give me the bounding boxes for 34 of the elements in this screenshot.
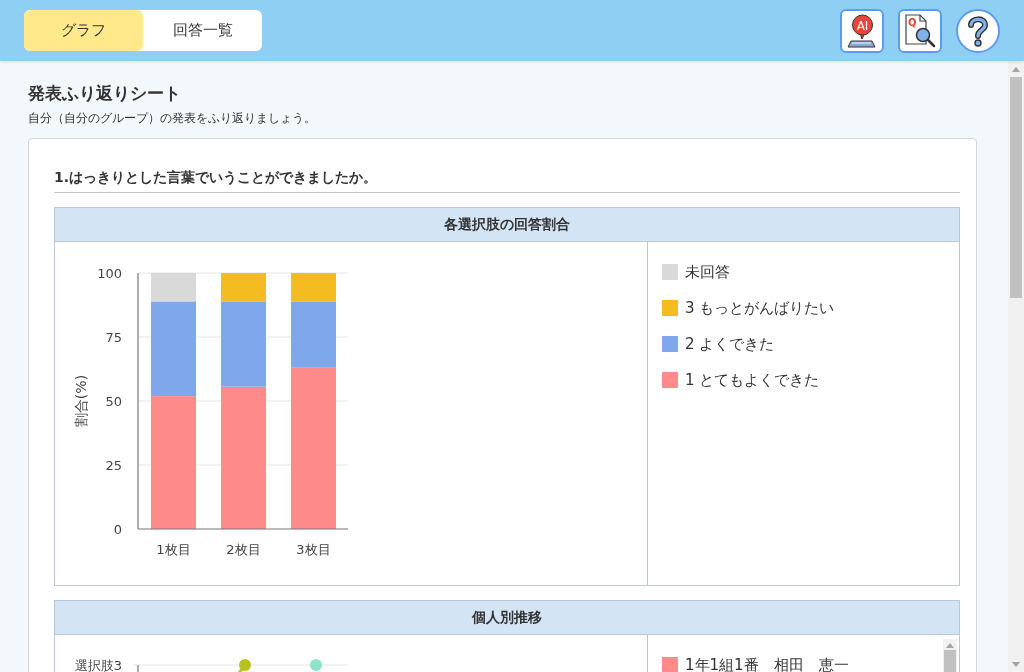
category-label: 2枚目 [226,542,261,557]
y-axis-line [137,664,139,672]
axis-tick-label: 25 [105,458,122,473]
sheet-title: 発表ふり返りシート [28,82,182,105]
scrollbar-track[interactable] [1008,61,1024,672]
scroll-down-arrow-icon[interactable] [1012,662,1020,667]
data-point [310,659,322,671]
legend-label: 未回答 [685,263,730,281]
scroll-up-arrow-icon[interactable] [1012,67,1020,72]
axis-title: 割合(%) [73,374,89,428]
help-button[interactable] [956,8,1000,53]
axis-tick-label: 75 [105,330,122,345]
legend-label: 3 もっとがんばりたい [685,299,835,317]
tab[interactable]: 回答一覧 [143,10,262,51]
legend-label: 2 よくできた [685,335,775,353]
legend-label: 1 とてもよくできた [685,371,820,389]
panel-title: 個人別推移 [55,601,959,635]
question-title: 1.はっきりとした言葉でいうことができましたか。 [54,167,960,193]
category-label: 3枚目 [296,542,331,557]
data-point [239,659,251,671]
legend-label: 1年1組1番 相田 恵一 [685,656,849,672]
axis-tick-label: 選択肢3 [74,658,122,672]
tab[interactable]: グラフ [24,10,143,51]
category-label: 1枚目 [156,542,191,557]
axis-tick-label: 50 [105,394,122,409]
axis-tick-label: 0 [113,522,122,537]
help-icon [966,14,990,47]
axis-tick-label: 100 [97,266,122,281]
sheet-subtitle: 自分（自分のグループ）の発表をふり返りましょう。 [28,110,317,126]
panel-title: 各選択肢の回答割合 [55,208,959,242]
scrollbar-thumb[interactable] [1010,77,1022,298]
ai-button[interactable]: AI [840,8,884,53]
scroll-up-arrow-icon[interactable] [946,643,954,648]
document-search-button[interactable]: Q [898,8,942,53]
